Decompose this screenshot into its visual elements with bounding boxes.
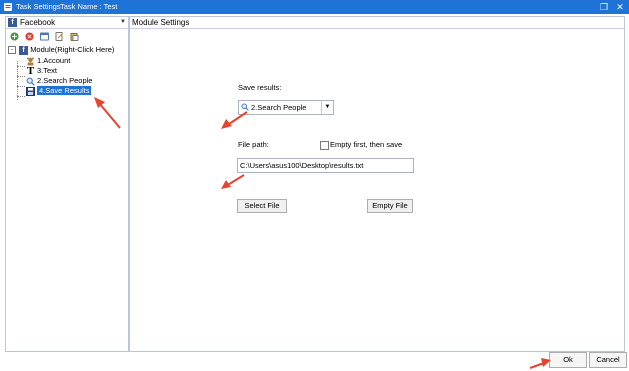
tree-item-save-results[interactable]: 4.Save Results [26, 86, 92, 96]
save-results-value: 2.Search People [251, 103, 307, 112]
file-path-input[interactable]: C:\Users\asus100\Desktop\results.txt [237, 158, 414, 173]
empty-file-button[interactable]: Empty File [367, 199, 413, 213]
tree-item-text[interactable]: T 3.Text [26, 64, 58, 77]
annotation-arrow [529, 358, 551, 369]
tree-item-label: 3.Text [37, 66, 58, 75]
collapse-icon[interactable]: - [8, 46, 16, 55]
facebook-icon: f [8, 18, 17, 27]
restore-button[interactable]: ❐ [598, 1, 610, 13]
empty-first-label: Empty first, then save [330, 140, 403, 149]
search-icon [26, 77, 35, 86]
chevron-down-icon[interactable]: ▼ [120, 19, 126, 25]
site-label: Facebook [20, 18, 56, 27]
annotation-arrow [221, 174, 245, 189]
tree-connector [17, 66, 25, 67]
title-bar: Task Settings Task Name : Test ❐ ✕ [0, 0, 629, 14]
save-results-label: Save results: [238, 83, 282, 92]
tree-root-label: Module(Right-Click Here) [30, 45, 115, 54]
empty-first-checkbox[interactable] [320, 141, 329, 150]
site-selector[interactable]: f Facebook ▼ [6, 17, 128, 29]
file-path-value: C:\Users\asus100\Desktop\results.txt [240, 161, 364, 170]
panel-title: Module Settings [132, 18, 190, 27]
module-settings-panel: Module Settings Save results: 2.Search P… [129, 16, 625, 352]
tree-item-label: 1.Account [37, 56, 71, 65]
tree-connector [17, 76, 25, 77]
chevron-down-icon[interactable]: ▼ [321, 101, 333, 114]
left-panel: f Facebook ▼ - f Module(Right-Click Here… [5, 16, 129, 352]
edit-icon[interactable] [55, 32, 64, 41]
save-icon [26, 86, 35, 96]
module-settings-header: Module Settings [130, 17, 624, 29]
text-icon: T [26, 64, 35, 77]
task-name: Task Name : Test [60, 2, 118, 11]
add-icon[interactable] [10, 32, 19, 41]
tree-item-search-people[interactable]: 2.Search People [26, 76, 92, 86]
tree-item-label: 4.Save Results [37, 86, 92, 95]
annotation-arrow [94, 97, 121, 129]
facebook-icon: f [19, 45, 29, 55]
app-icon [4, 3, 12, 11]
cancel-button[interactable]: Cancel [589, 352, 627, 368]
select-file-button[interactable]: Select File [237, 199, 287, 213]
window-icon[interactable] [40, 32, 49, 41]
tree-item-label: 2.Search People [37, 76, 93, 85]
paste-icon[interactable] [70, 32, 79, 41]
delete-icon[interactable] [25, 32, 34, 41]
save-results-select[interactable]: 2.Search People ▼ [238, 100, 334, 115]
close-button[interactable]: ✕ [614, 1, 626, 13]
tree-root[interactable]: - f Module(Right-Click Here) [8, 45, 114, 55]
file-path-label: File path: [238, 140, 269, 149]
window-title: Task Settings [16, 2, 61, 11]
tree-connector [17, 96, 25, 97]
tree-connector [17, 86, 25, 87]
ok-button[interactable]: Ok [549, 352, 587, 368]
annotation-arrow [221, 111, 248, 129]
